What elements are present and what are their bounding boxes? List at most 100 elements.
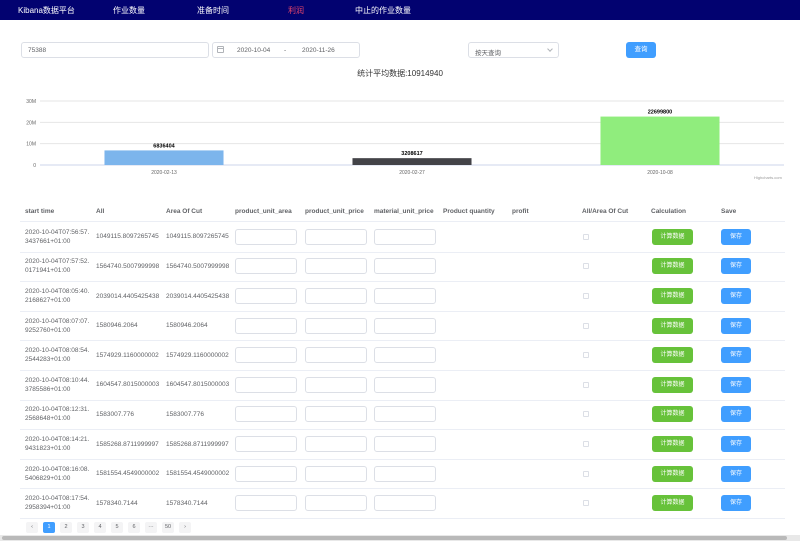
x-tick-label: 2020-02-27 [399,170,425,176]
all-value: 1604547.8015000003 [96,381,160,389]
product-unit-area-input[interactable] [235,465,297,482]
date-start[interactable]: 2020-10-04 [237,47,270,54]
product-unit-price-input[interactable] [305,495,367,512]
query-button[interactable]: 查询 [626,42,656,58]
scrollbar-thumb[interactable] [2,536,787,540]
column-header: Area Of Cut [166,208,203,215]
ratio-checkbox[interactable] [583,381,589,388]
product-unit-price-input[interactable] [305,436,367,452]
page-1-button[interactable]: 1 [43,522,55,533]
calculate-button[interactable]: 计算数据 [652,376,693,393]
ratio-checkbox[interactable] [583,500,589,507]
material-unit-price-input[interactable] [374,288,436,304]
stat-average-title: 统计平均数据:10914940 [357,69,443,78]
product-unit-price-input[interactable] [305,347,367,364]
save-button[interactable]: 保存 [721,436,751,452]
ratio-checkbox[interactable] [583,352,589,359]
group-by-select[interactable]: 按天查询 [468,42,559,58]
row-divider [20,488,785,490]
calculate-button[interactable]: 计算数据 [652,495,693,512]
next-page-button[interactable]: › [179,522,191,533]
save-button[interactable]: 保存 [721,465,751,482]
id-input[interactable]: 75388 [21,42,209,58]
save-button[interactable]: 保存 [721,495,751,512]
page-4-button[interactable]: 4 [94,522,106,533]
page-2-button[interactable]: 2 [60,522,72,533]
product-unit-price-input[interactable] [305,258,367,275]
ratio-checkbox[interactable] [583,233,589,240]
product-unit-area-input[interactable] [235,347,297,364]
date-range-picker[interactable]: 2020-10-04 - 2020-11-26 [212,42,360,58]
save-button[interactable]: 保存 [721,228,751,245]
product-unit-price-input[interactable] [305,465,367,482]
nav-prep-time[interactable]: 准备时间 [197,5,229,16]
product-unit-area-input[interactable] [235,376,297,393]
save-button[interactable]: 保存 [721,288,751,304]
all-value: 1049115.8097265745 [96,233,159,241]
ratio-checkbox[interactable] [583,470,589,477]
start-time-line1: 2020-10-04T07:57:52. [25,258,90,266]
calculate-button[interactable]: 计算数据 [652,436,693,452]
save-button[interactable]: 保存 [721,406,751,423]
material-unit-price-input[interactable] [374,317,436,334]
ratio-checkbox[interactable] [583,441,589,447]
material-unit-price-input[interactable] [374,436,436,452]
material-unit-price-input[interactable] [374,228,436,245]
material-unit-price-input[interactable] [374,406,436,423]
calculate-button[interactable]: 计算数据 [652,288,693,304]
material-unit-price-input[interactable] [374,465,436,482]
group-by-value: 按天查询 [475,50,501,57]
start-time-line1: 2020-10-04T08:10:44. [25,376,90,384]
product-unit-price-input[interactable] [305,288,367,304]
calculate-button[interactable]: 计算数据 [652,317,693,334]
calculate-button[interactable]: 计算数据 [652,347,693,364]
all-value: 1564740.5007999998 [96,262,160,270]
ratio-checkbox[interactable] [583,263,589,270]
product-unit-area-input[interactable] [235,495,297,512]
page-last-button[interactable]: 50 [162,522,174,533]
product-unit-price-input[interactable] [305,317,367,334]
product-unit-area-input[interactable] [235,436,297,452]
material-unit-price-input[interactable] [374,495,436,512]
horizontal-scrollbar[interactable] [0,535,800,541]
save-button[interactable]: 保存 [721,347,751,364]
save-button[interactable]: 保存 [721,376,751,393]
ratio-checkbox[interactable] [583,322,589,329]
page-ellipsis-button[interactable]: ··· [145,522,157,533]
all-value: 1580946.2064 [96,322,138,330]
page-3-button[interactable]: 3 [77,522,89,533]
date-end[interactable]: 2020-11-26 [302,47,335,54]
product-unit-price-input[interactable] [305,376,367,393]
product-unit-area-input[interactable] [235,228,297,245]
calculate-button[interactable]: 计算数据 [652,406,693,423]
save-button[interactable]: 保存 [721,258,751,275]
nav-profit[interactable]: 利润 [288,5,304,16]
product-unit-area-input[interactable] [235,288,297,304]
page-6-button[interactable]: 6 [128,522,140,533]
nav-job-count[interactable]: 作业数量 [113,5,145,16]
product-unit-price-input[interactable] [305,228,367,245]
material-unit-price-input[interactable] [374,376,436,393]
column-header: profit [512,208,529,215]
calculate-button[interactable]: 计算数据 [652,258,693,275]
area-of-cut-value: 1581554.4549000002 [166,470,230,478]
prev-page-button[interactable]: ‹ [26,522,38,533]
product-unit-area-input[interactable] [235,317,297,334]
nav-aborted-jobs[interactable]: 中止的作业数量 [355,5,411,16]
chart-credit[interactable]: Highcharts.com [754,175,782,180]
ratio-checkbox[interactable] [583,411,589,418]
material-unit-price-input[interactable] [374,258,436,275]
ratio-checkbox[interactable] [583,293,589,299]
all-value: 1578340.7144 [96,499,138,507]
calculate-button[interactable]: 计算数据 [652,465,693,482]
brand-title: Kibana数据平台 [18,6,75,15]
product-unit-area-input[interactable] [235,258,297,275]
page-5-button[interactable]: 5 [111,522,123,533]
save-button[interactable]: 保存 [721,317,751,334]
material-unit-price-input[interactable] [374,347,436,364]
x-tick-label: 2020-10-08 [647,170,673,176]
product-unit-area-input[interactable] [235,406,297,423]
product-unit-price-input[interactable] [305,406,367,423]
calculate-button[interactable]: 计算数据 [652,228,693,245]
row-divider [20,251,785,253]
